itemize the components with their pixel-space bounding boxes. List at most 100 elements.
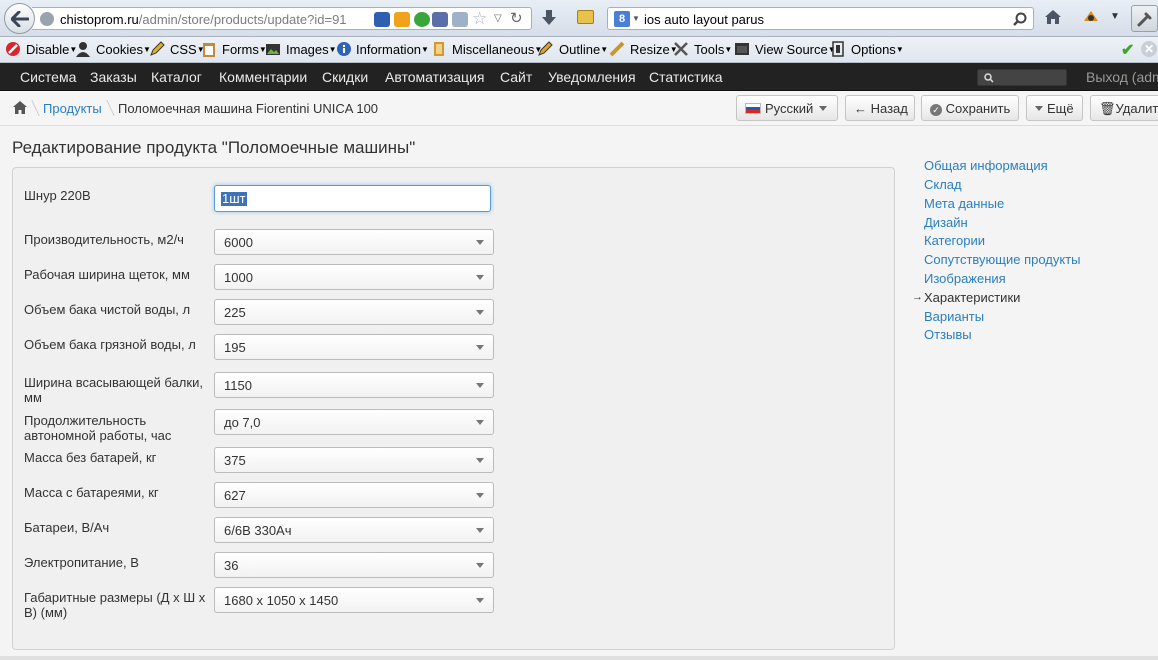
- select-weight-with-battery[interactable]: 627: [214, 482, 494, 508]
- devbar-outline[interactable]: Outline▼: [559, 42, 608, 57]
- topnav-item-catalog[interactable]: Каталог: [151, 69, 202, 85]
- chevron-down-icon: [476, 493, 484, 498]
- select-brush-width[interactable]: 1000: [214, 264, 494, 290]
- address-text[interactable]: chistoprom.ru/admin/store/products/updat…: [60, 12, 347, 27]
- chevron-down-icon: [476, 310, 484, 315]
- address-bar[interactable]: chistoprom.ru/admin/store/products/updat…: [32, 7, 532, 30]
- field-label: Объем бака чистой воды, л: [24, 302, 191, 317]
- devbar-cookies[interactable]: Cookies▼: [96, 42, 151, 57]
- topnav-item-discounts[interactable]: Скидки: [322, 69, 368, 85]
- chevron-down-icon: [476, 383, 484, 388]
- side-nav-meta[interactable]: Мета данные: [924, 196, 1004, 211]
- resize-ruler-icon: [609, 41, 625, 57]
- tools-wrench-icon: [674, 42, 688, 56]
- side-nav-variants[interactable]: Варианты: [924, 309, 984, 324]
- logout-link[interactable]: Выход (admin): [1086, 69, 1158, 85]
- close-toolbar-icon[interactable]: ✕: [1141, 41, 1157, 57]
- images-icon: [266, 44, 280, 55]
- bookmark-star-icon[interactable]: ☆: [472, 9, 487, 29]
- topnav-item-automation[interactable]: Автоматизация: [385, 69, 484, 85]
- color-picker-button[interactable]: [1131, 5, 1158, 32]
- devbar-css[interactable]: CSS▼: [170, 42, 205, 57]
- select-squeegee-width[interactable]: 1150: [214, 372, 494, 398]
- topnav-item-comments[interactable]: Комментарии: [219, 69, 307, 85]
- devbar-forms[interactable]: Forms▼: [222, 42, 267, 57]
- bookmarks-icon[interactable]: [577, 10, 594, 24]
- devbar-options[interactable]: Options▼: [851, 42, 904, 57]
- cord-input[interactable]: 1шт: [214, 185, 491, 212]
- select-productivity[interactable]: 6000: [214, 229, 494, 255]
- shield-icon[interactable]: [394, 12, 410, 27]
- rss-icon[interactable]: [374, 12, 390, 27]
- field-label: Продолжительность автономной работы, час: [24, 413, 172, 443]
- admin-topnav: Система Заказы Каталог Комментарии Скидк…: [0, 63, 1158, 91]
- devbar-disable[interactable]: Disable▼: [26, 42, 77, 57]
- breadcrumb-current: Поломоечная машина Fiorentini UNICA 100: [118, 101, 379, 116]
- options-icon: [832, 41, 844, 57]
- page-title: Редактирование продукта "Поломоечные маш…: [12, 138, 416, 157]
- refresh-ext-icon[interactable]: [414, 12, 430, 27]
- browser-navigation-bar: chistoprom.ru/admin/store/products/updat…: [0, 0, 1158, 37]
- chevron-down-icon: [476, 240, 484, 245]
- topnav-item-site[interactable]: Сайт: [500, 69, 532, 85]
- topnav-item-notifications[interactable]: Уведомления: [548, 69, 636, 85]
- field-label: Масса без батарей, кг: [24, 450, 157, 465]
- php-icon[interactable]: [432, 12, 448, 27]
- select-weight-no-battery[interactable]: 375: [214, 447, 494, 473]
- reload-icon[interactable]: ↻: [510, 9, 523, 27]
- select-runtime[interactable]: до 7,0: [214, 409, 494, 435]
- chevron-down-icon: [476, 458, 484, 463]
- save-button[interactable]: ✓ Сохранить: [921, 95, 1019, 121]
- topnav-item-orders[interactable]: Заказы: [90, 69, 137, 85]
- topnav-item-system[interactable]: Система: [20, 69, 76, 85]
- menu-dropdown-icon[interactable]: ▼: [1110, 11, 1120, 22]
- breadcrumb-bar: Продукты Поломоечная машина Fiorentini U…: [0, 91, 1158, 126]
- devbar-view-source[interactable]: View Source▼: [755, 42, 836, 57]
- devbar-information[interactable]: Information▼: [356, 42, 429, 57]
- home-icon[interactable]: [1044, 9, 1062, 25]
- web-developer-toolbar: Disable▼ Cookies▼ CSS▼ Forms▼ Images▼ In…: [0, 37, 1158, 63]
- delete-button[interactable]: 🗑Удалить: [1090, 95, 1158, 121]
- caret-down-icon: [819, 106, 828, 111]
- engine-dropdown-icon[interactable]: ▼: [632, 14, 640, 23]
- breadcrumb-products[interactable]: Продукты: [43, 101, 102, 116]
- view-source-icon: [735, 43, 749, 55]
- admin-search-input[interactable]: [977, 69, 1067, 86]
- select-power-supply[interactable]: 36: [214, 552, 494, 578]
- search-engine-icon[interactable]: 8: [614, 11, 630, 27]
- devbar-images[interactable]: Images▼: [286, 42, 337, 57]
- side-nav-related[interactable]: Сопутствующие продукты: [924, 252, 1081, 267]
- devbar-resize[interactable]: Resize▼: [630, 42, 678, 57]
- chevron-down-icon: [476, 598, 484, 603]
- devbar-miscellaneous[interactable]: Miscellaneous▼: [452, 42, 542, 57]
- more-button[interactable]: Ещё: [1026, 95, 1083, 121]
- search-query[interactable]: ios auto layout parus: [644, 12, 764, 27]
- side-nav-stock[interactable]: Склад: [924, 177, 962, 192]
- select-dimensions[interactable]: 1680 х 1050 х 1450: [214, 587, 494, 613]
- download-icon[interactable]: [541, 9, 557, 27]
- back-button[interactable]: [4, 3, 35, 34]
- eyedropper-icon: [1137, 12, 1152, 27]
- select-dirty-tank[interactable]: 195: [214, 334, 494, 360]
- page-info-icon[interactable]: [452, 12, 468, 27]
- side-nav-general[interactable]: Общая информация: [924, 158, 1048, 173]
- addon-icon[interactable]: [1082, 9, 1100, 25]
- select-batteries[interactable]: 6/6В 330Ач: [214, 517, 494, 543]
- history-dropdown-icon[interactable]: ▽: [494, 13, 502, 24]
- search-go-icon[interactable]: [1013, 12, 1027, 26]
- side-nav-categories[interactable]: Категории: [924, 233, 985, 248]
- disable-icon: [6, 42, 20, 56]
- cord-input-value: 1шт: [221, 191, 247, 206]
- side-nav-reviews[interactable]: Отзывы: [924, 327, 972, 342]
- side-nav-design[interactable]: Дизайн: [924, 215, 968, 230]
- side-nav-images[interactable]: Изображения: [924, 271, 1006, 286]
- select-clean-tank[interactable]: 225: [214, 299, 494, 325]
- devbar-tools[interactable]: Tools▼: [694, 42, 732, 57]
- search-bar[interactable]: 8 ▼ ios auto layout parus: [607, 7, 1034, 30]
- back-button[interactable]: ← Назад: [845, 95, 915, 121]
- site-identity-icon[interactable]: [40, 12, 54, 26]
- language-select-button[interactable]: Русский: [736, 95, 838, 121]
- information-icon: [337, 42, 351, 56]
- topnav-item-statistics[interactable]: Статистика: [649, 69, 723, 85]
- side-nav-attributes[interactable]: Характеристики: [924, 290, 1020, 305]
